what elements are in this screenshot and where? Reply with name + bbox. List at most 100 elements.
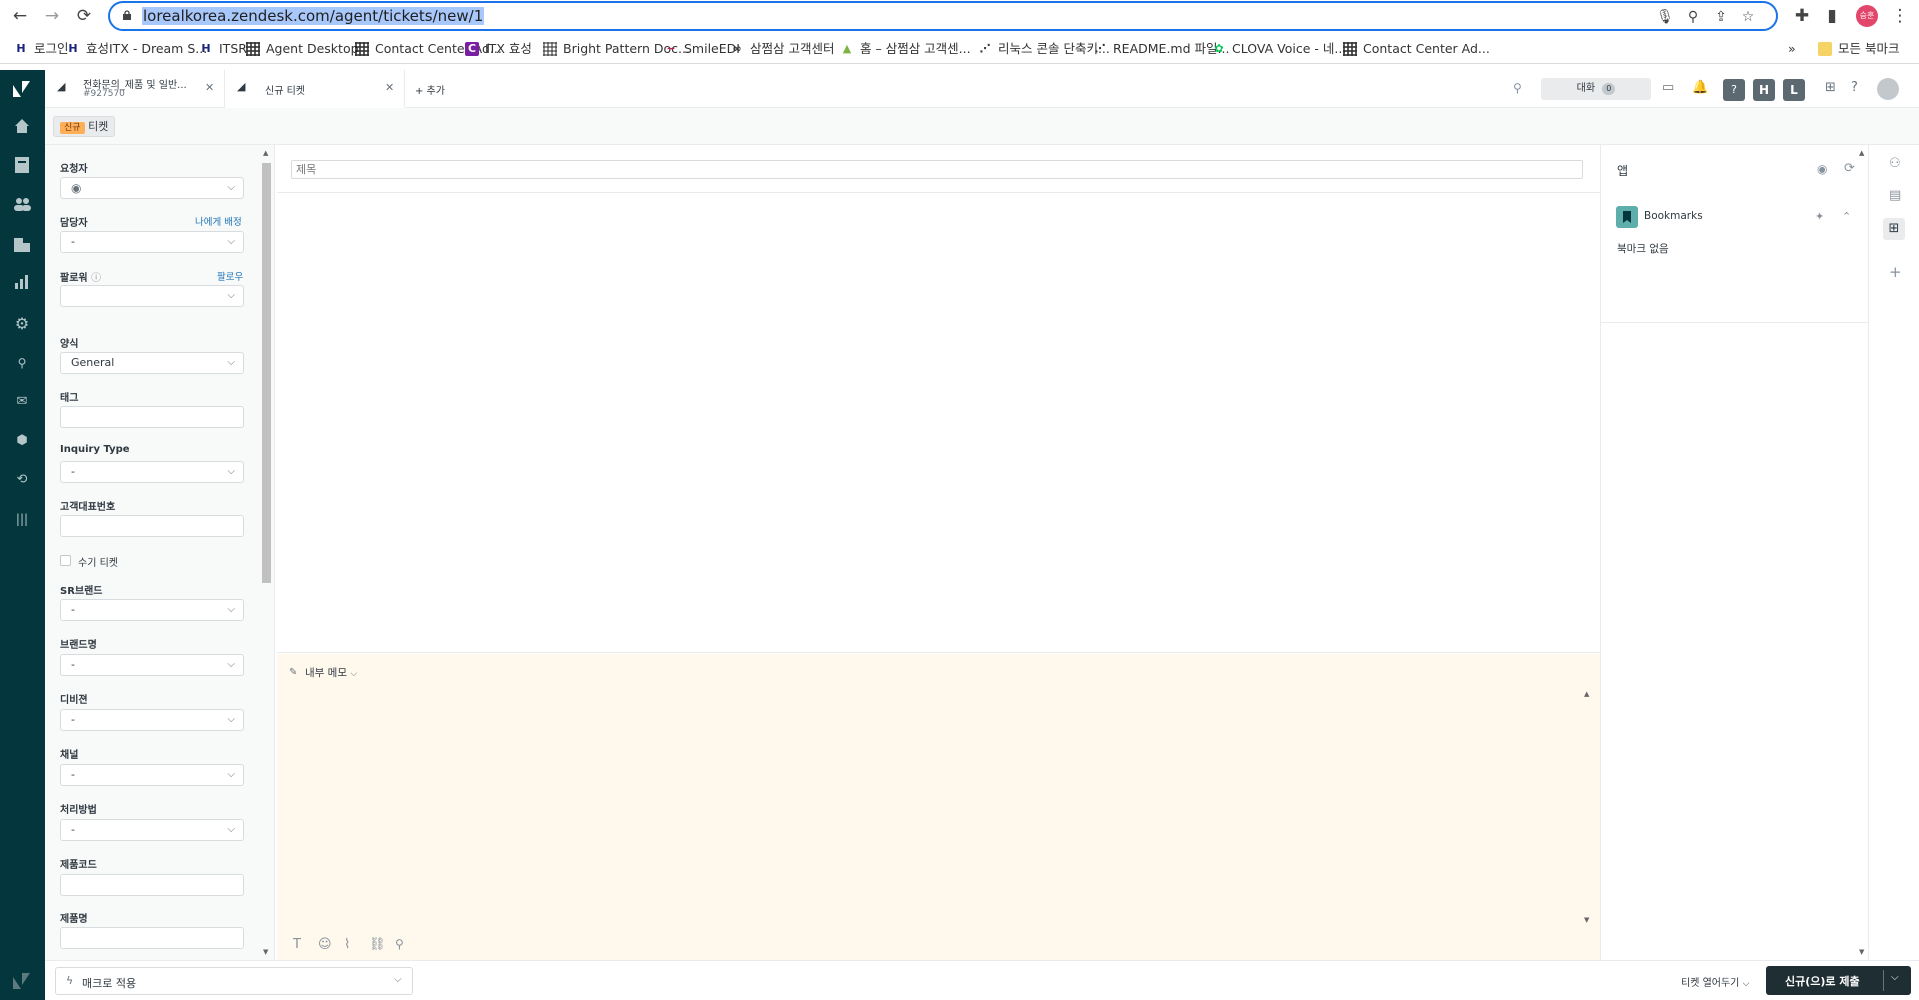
bookmark-item[interactable]: ✿ CLOVA Voice - 네... — [1212, 40, 1346, 58]
info-icon[interactable]: ⓘ — [91, 273, 101, 284]
audio-bars-icon[interactable]: ||| — [12, 509, 32, 529]
text-format-icon[interactable]: T — [293, 937, 301, 952]
scroll-down-icon[interactable]: ▼ — [1859, 948, 1864, 956]
all-bookmarks[interactable]: 모든 북마크 — [1818, 40, 1899, 58]
menu-icon[interactable]: ⋮ — [1888, 4, 1912, 28]
form-select[interactable]: General ⌵ — [60, 352, 244, 374]
product-code-input[interactable] — [60, 874, 244, 896]
conversations-button[interactable]: 대화 0 — [1541, 78, 1651, 100]
close-tab-icon[interactable]: ✕ — [205, 81, 214, 94]
url-text[interactable]: lorealkorea.zendesk.com/agent/tickets/ne… — [142, 7, 485, 25]
microphone-icon[interactable]: 🎙 — [1655, 7, 1675, 27]
bookmark-item[interactable]: ∞ 삼쩜삼 고객센터 — [730, 40, 834, 58]
profile-avatar[interactable]: 승훈 — [1856, 5, 1878, 27]
inquiry-type-select[interactable]: - ⌵ — [60, 461, 244, 483]
zoom-icon[interactable]: ⚲ — [1683, 7, 1703, 27]
address-bar[interactable]: lorealkorea.zendesk.com/agent/tickets/ne… — [108, 1, 1778, 31]
internal-note-composer[interactable]: ✎ 내부 메모 ⌵ ▲ ▼ T ☺ ⌇ ⛓ ⚲ — [277, 654, 1600, 960]
left-panel-scrollbar[interactable] — [262, 163, 271, 583]
reload-icon[interactable]: ⟳ — [72, 4, 96, 28]
bookmark-item[interactable]: ▲ 홈 – 삼쩜삼 고객센... — [840, 40, 971, 58]
customer-phone-input[interactable] — [60, 515, 244, 537]
attachment-icon[interactable]: ⌇ — [344, 937, 350, 952]
scroll-up-icon[interactable]: ▲ — [1584, 690, 1589, 698]
bookmark-item[interactable]: ⋰ 리눅스 콘솔 단축키... — [978, 40, 1110, 58]
eye-icon[interactable]: ◉ — [1817, 162, 1827, 176]
search-icon[interactable]: ⚲ — [12, 353, 32, 373]
memo-type-dropdown[interactable]: 내부 메모 ⌵ — [305, 665, 357, 680]
channel-select[interactable]: - ⌵ — [60, 764, 244, 786]
assign-to-me-link[interactable]: 나에게 배정 — [195, 214, 242, 228]
tags-input[interactable] — [60, 406, 244, 428]
product-tray-icon[interactable]: ⊞ — [1825, 80, 1836, 95]
division-select[interactable]: - ⌵ — [60, 709, 244, 731]
scroll-up-icon[interactable]: ▲ — [263, 149, 268, 157]
sync-icon[interactable]: ⟲ — [12, 470, 32, 490]
bookmark-item[interactable]: C ITX 효성 — [465, 40, 532, 58]
scroll-down-icon[interactable]: ▼ — [263, 948, 268, 956]
notifications-bell-icon[interactable]: 🔔 — [1692, 80, 1708, 95]
share-icon[interactable]: ⇪ — [1711, 7, 1731, 27]
user-avatar[interactable] — [1877, 78, 1899, 100]
manual-ticket-checkbox[interactable] — [60, 555, 71, 566]
sr-brand-select[interactable]: - ⌵ — [60, 599, 244, 621]
brand-name-select[interactable]: - ⌵ — [60, 654, 244, 676]
apps-grid-icon[interactable]: ⊞ — [1883, 218, 1905, 240]
home-icon[interactable] — [12, 118, 32, 138]
app-h-icon[interactable]: H — [1753, 79, 1775, 101]
chevron-down-icon[interactable]: ⌵ — [1891, 972, 1899, 983]
app-icon[interactable]: ? — [1723, 79, 1745, 101]
requester-field[interactable]: ◉ ⌵ — [60, 177, 244, 199]
zendesk-logo-icon[interactable] — [12, 80, 32, 100]
back-icon[interactable]: ← — [8, 4, 32, 28]
organizations-icon[interactable] — [12, 236, 32, 256]
link-icon[interactable]: ⛓ — [369, 937, 386, 952]
bookmark-item[interactable]: H 효성ITX - Dream S... — [66, 40, 207, 58]
admin-gear-icon[interactable]: ⚙ — [12, 314, 32, 334]
pin-icon[interactable]: ✦ — [1815, 210, 1824, 223]
apply-macro-select[interactable]: ϟ 매크로 적용 ⌵ — [55, 967, 413, 995]
bookmark-item[interactable]: Contact Center Ad... — [1343, 40, 1490, 58]
mail-icon[interactable]: ✉ — [12, 392, 32, 412]
knowledge-icon[interactable]: ▤ — [1889, 188, 1901, 203]
chat-icon[interactable]: ▭ — [1662, 80, 1674, 95]
tab-new-ticket[interactable]: ◢ 신규 티켓 ✕ — [225, 70, 405, 108]
close-tab-behavior[interactable]: 티켓 열어두기 ⌵ — [1681, 974, 1749, 989]
scroll-down-icon[interactable]: ▼ — [1584, 916, 1589, 924]
user-icon[interactable]: ⚇ — [1889, 156, 1901, 171]
side-panel-icon[interactable]: ▮ — [1820, 4, 1844, 28]
help-icon[interactable]: ? — [1851, 80, 1858, 95]
reporting-icon[interactable] — [12, 275, 32, 295]
close-tab-icon[interactable]: ✕ — [385, 81, 394, 94]
app-l-icon[interactable]: L — [1783, 79, 1805, 101]
extensions-icon[interactable]: ✚ — [1790, 4, 1814, 28]
product-name-input[interactable] — [60, 927, 244, 949]
emoji-icon[interactable]: ☺ — [318, 937, 332, 952]
bookmarks-more[interactable]: » — [1788, 40, 1796, 58]
refresh-icon[interactable]: ⟳ — [1844, 161, 1855, 176]
bookmark-item[interactable]: ⋰ README.md 파일... — [1093, 40, 1230, 58]
scroll-up-icon[interactable]: ▲ — [1859, 149, 1864, 157]
forward-icon[interactable]: → — [40, 4, 64, 28]
tab-ticket-927570[interactable]: ◢ 전화문의_제품 및 일반... #927570 ✕ — [45, 70, 225, 108]
star-icon[interactable]: ☆ — [1738, 7, 1758, 27]
add-app-icon[interactable]: + — [1889, 263, 1902, 281]
bookmark-item[interactable]: Agent Desktop — [246, 40, 359, 58]
follow-link[interactable]: 팔로우 — [217, 269, 243, 283]
ticket-breadcrumb[interactable]: 신규 티켓 — [53, 116, 116, 137]
process-select[interactable]: - ⌵ — [60, 819, 244, 841]
submit-button[interactable]: 신규(으)로 제출 ⌵ — [1766, 966, 1911, 995]
bookmark-item[interactable]: H ITSR — [199, 40, 247, 58]
assignee-field[interactable]: - ⌵ — [60, 231, 244, 253]
add-tab-button[interactable]: + 추가 — [415, 82, 445, 97]
search-icon[interactable]: ⚲ — [1513, 81, 1522, 95]
chevron-up-icon[interactable]: ⌃ — [1842, 210, 1851, 223]
zendesk-footer-logo-icon[interactable] — [12, 972, 32, 992]
package-icon[interactable]: ⬢ — [12, 431, 32, 451]
search-icon[interactable]: ⚲ — [395, 937, 404, 951]
bookmark-item[interactable]: ~ SmileEDI — [664, 40, 740, 58]
customers-icon[interactable] — [12, 197, 32, 217]
views-icon[interactable] — [12, 157, 32, 177]
subject-input[interactable] — [291, 160, 1583, 179]
followers-field[interactable]: ⌵ — [60, 285, 244, 307]
